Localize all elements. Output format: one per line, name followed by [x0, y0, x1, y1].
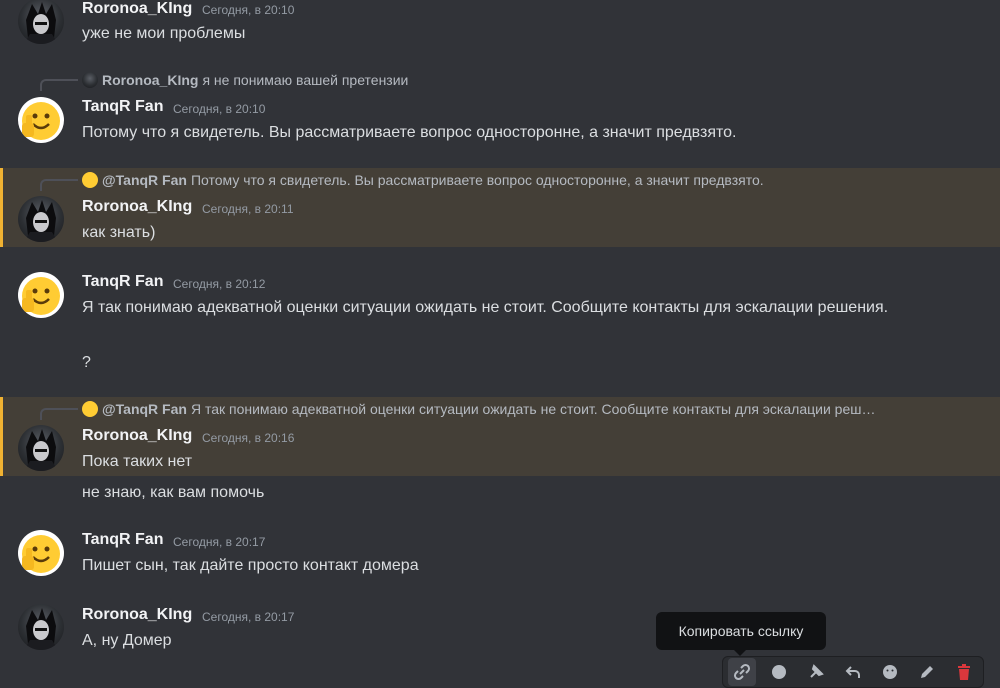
- timestamp: Сегодня, в 20:11: [202, 202, 294, 216]
- message-actions-toolbar: [722, 656, 984, 688]
- message: TanqR Fan Сегодня, в 20:12 Я так понимаю…: [0, 272, 1000, 382]
- reply-avatar: [82, 172, 98, 188]
- reply-text: Потому что я свидетель. Вы рассматривает…: [190, 172, 764, 188]
- avatar[interactable]: [18, 196, 64, 242]
- message-text: уже не мои проблемы: [82, 25, 246, 42]
- avatar[interactable]: [18, 425, 64, 471]
- message: Roronoa_KIng Сегодня, в 20:10 уже не мои…: [0, 0, 1000, 56]
- author-name[interactable]: Roronoa_KIng: [82, 198, 192, 216]
- timestamp: Сегодня, в 20:17: [173, 535, 266, 549]
- timestamp: Сегодня, в 20:10: [202, 3, 295, 17]
- message: TanqR Fan Сегодня, в 20:17 Пишет сын, та…: [0, 530, 1000, 590]
- reply-preview[interactable]: Roronoa_KIng я не понимаю вашей претензи…: [82, 72, 408, 88]
- mention-bar: [0, 397, 3, 476]
- reply-spine: [40, 79, 78, 91]
- author-name[interactable]: TanqR Fan: [82, 531, 163, 549]
- tooltip: Копировать ссылку: [656, 612, 826, 650]
- trash-icon[interactable]: [950, 658, 978, 686]
- message-text: Потому что я свидетель. Вы рассматривает…: [82, 124, 737, 141]
- mention-bar: [0, 168, 3, 247]
- reply-spine: [40, 179, 78, 191]
- message-text: не знаю, как вам помочь: [82, 484, 265, 501]
- message-text: Пишет сын, так дайте просто контакт доме…: [82, 557, 419, 574]
- reply-spine: [40, 408, 78, 420]
- message-text: Пока таких нет: [82, 453, 193, 470]
- timestamp: Сегодня, в 20:17: [202, 610, 295, 624]
- reply-avatar: [82, 401, 98, 417]
- message-text: А, ну Домер: [82, 632, 172, 649]
- reply-icon[interactable]: [839, 658, 867, 686]
- message-text: как знать): [82, 224, 156, 241]
- timestamp: Сегодня, в 20:12: [173, 277, 266, 291]
- author-name[interactable]: Roronoa_KIng: [82, 427, 192, 445]
- timestamp: Сегодня, в 20:16: [202, 431, 295, 445]
- avatar[interactable]: [18, 604, 64, 650]
- author-name[interactable]: TanqR Fan: [82, 273, 163, 291]
- author-name[interactable]: Roronoa_KIng: [82, 0, 192, 18]
- pin-icon[interactable]: [802, 658, 830, 686]
- message-highlighted: @TanqR Fan Я так понимаю адекватной оцен…: [0, 397, 1000, 476]
- reply-author[interactable]: Roronoa_KIng: [102, 72, 198, 88]
- reply-preview[interactable]: @TanqR Fan Потому что я свидетель. Вы ра…: [82, 172, 764, 188]
- reply-preview[interactable]: @TanqR Fan Я так понимаю адекватной оцен…: [82, 401, 875, 417]
- message: Roronoa_KIng я не понимаю вашей претензи…: [0, 66, 1000, 156]
- author-name[interactable]: TanqR Fan: [82, 98, 163, 116]
- avatar[interactable]: [18, 97, 64, 143]
- link-icon[interactable]: [727, 658, 756, 686]
- message-highlighted: @TanqR Fan Потому что я свидетель. Вы ра…: [0, 168, 1000, 247]
- avatar[interactable]: [18, 530, 64, 576]
- reply-author[interactable]: @TanqR Fan: [102, 172, 187, 188]
- message-text: Я так понимаю адекватной оценки ситуации…: [82, 299, 889, 316]
- author-name[interactable]: Roronoa_KIng: [82, 606, 192, 624]
- reply-text: я не понимаю вашей претензии: [202, 72, 409, 88]
- reply-text: Я так понимаю адекватной оценки ситуации…: [190, 401, 876, 417]
- message-text: ?: [82, 354, 91, 371]
- edit-icon[interactable]: [913, 658, 941, 686]
- avatar[interactable]: [18, 0, 64, 44]
- emoji-icon[interactable]: [765, 658, 793, 686]
- smile-icon[interactable]: [876, 658, 904, 686]
- reply-author[interactable]: @TanqR Fan: [102, 401, 187, 417]
- reply-avatar: [82, 72, 98, 88]
- timestamp: Сегодня, в 20:10: [173, 102, 266, 116]
- avatar[interactable]: [18, 272, 64, 318]
